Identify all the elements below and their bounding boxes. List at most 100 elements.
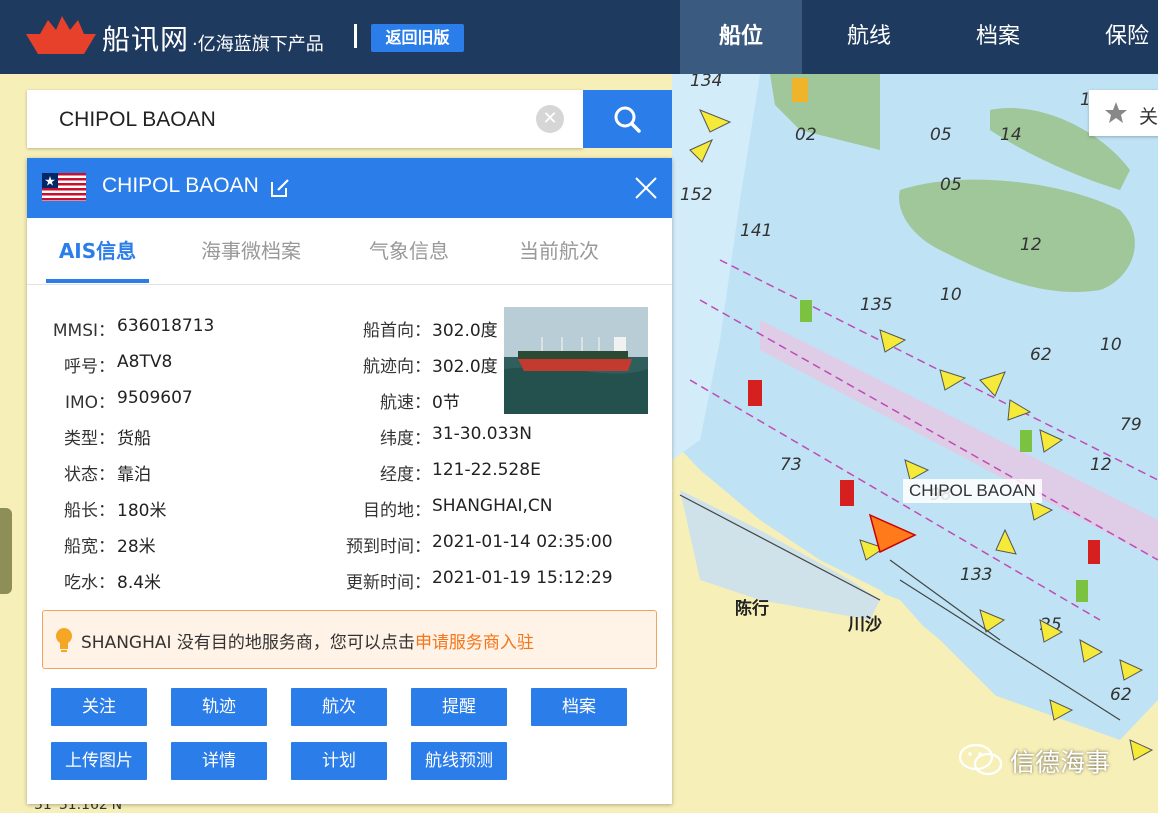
value-imo: 9509607 <box>117 388 193 408</box>
svg-text:05: 05 <box>930 125 952 145</box>
svg-text:79: 79 <box>1120 415 1142 435</box>
value-callsign: A8TV8 <box>117 352 173 372</box>
tab-current-voyage[interactable]: 当前航次 <box>507 218 611 284</box>
ship-name-title: CHIPOL BAOAN <box>102 174 259 197</box>
value-destination: SHANGHAI,CN <box>432 496 553 516</box>
upload-photo-button[interactable]: 上传图片 <box>51 742 147 780</box>
value-type: 货船 <box>117 429 151 449</box>
tab-weather[interactable]: 气象信息 <box>357 218 461 284</box>
label-callsign: 呼号： <box>64 357 115 377</box>
value-mmsi: 636018713 <box>117 316 215 336</box>
tab-maritime-archive[interactable]: 海事微档案 <box>190 218 312 284</box>
svg-text:10: 10 <box>940 285 962 305</box>
zoom-slider[interactable] <box>0 508 12 594</box>
label-updated: 更新时间： <box>346 573 431 593</box>
place-label-chenhang: 陈行 <box>735 599 769 619</box>
label-draft: 吃水： <box>64 573 115 593</box>
svg-text:141: 141 <box>740 221 772 241</box>
svg-text:62: 62 <box>1110 685 1132 705</box>
value-course: 302.0度 <box>432 357 498 377</box>
lightbulb-icon <box>56 628 72 652</box>
search-button[interactable] <box>583 90 672 148</box>
clear-search-icon[interactable]: ✕ <box>536 105 564 133</box>
tab-divider <box>27 284 672 285</box>
details-button[interactable]: 详情 <box>171 742 267 780</box>
value-draft: 8.4米 <box>117 573 162 593</box>
track-button[interactable]: 轨迹 <box>171 688 267 726</box>
nav-insurance[interactable]: 保险 <box>1066 0 1158 74</box>
svg-text:134: 134 <box>690 71 722 91</box>
map-ship-label[interactable]: CHIPOL BAOAN <box>903 479 1042 503</box>
wechat-logo-icon <box>958 743 1003 776</box>
notice-text: SHANGHAI 没有目的地服务商，您可以点击申请服务商入驻 <box>81 628 534 653</box>
tab-ais-info[interactable]: AIS信息 <box>46 218 149 284</box>
label-type: 类型： <box>64 429 115 449</box>
brand-divider <box>354 24 357 48</box>
svg-text:152: 152 <box>680 185 712 205</box>
ship-info-panel: CHIPOL BAOAN AIS信息 海事微档案 气象信息 当前航次 MMSI：… <box>27 158 672 804</box>
brand-name[interactable]: 船讯网 <box>102 18 189 58</box>
label-mmsi: MMSI： <box>52 321 115 341</box>
watermark-text: 信德海事 <box>1010 748 1111 777</box>
apply-service-provider-link[interactable]: 申请服务商入驻 <box>415 633 534 653</box>
svg-text:133: 133 <box>960 565 992 585</box>
label-speed: 航速： <box>380 393 431 413</box>
plan-button[interactable]: 计划 <box>291 742 387 780</box>
svg-text:73: 73 <box>780 455 802 475</box>
label-heading: 船首向： <box>363 321 431 341</box>
ship-photo[interactable] <box>504 307 648 414</box>
svg-text:10: 10 <box>1100 335 1122 355</box>
svg-text:02: 02 <box>795 125 817 145</box>
value-length: 180米 <box>117 501 167 521</box>
value-latitude: 31-30.033N <box>432 424 532 444</box>
label-length: 船长： <box>64 501 115 521</box>
search-input[interactable] <box>57 103 541 137</box>
star-icon <box>1105 102 1127 123</box>
route-forecast-button[interactable]: 航线预测 <box>411 742 507 780</box>
label-beam: 船宽： <box>64 537 115 557</box>
top-header: 船讯网 ·亿海蓝旗下产品 返回旧版 船位 航线 档案 保险 <box>0 0 1158 74</box>
nav-ship-position[interactable]: 船位 <box>680 0 802 74</box>
label-status: 状态： <box>64 465 115 485</box>
favorite-label: 关 <box>1139 106 1158 128</box>
value-status: 靠泊 <box>117 465 151 485</box>
nav-routes[interactable]: 航线 <box>808 0 930 74</box>
value-speed: 0节 <box>432 393 460 413</box>
label-imo: IMO： <box>64 393 115 413</box>
nav-archive[interactable]: 档案 <box>937 0 1059 74</box>
value-beam: 28米 <box>117 537 156 557</box>
svg-text:05: 05 <box>940 175 962 195</box>
boat-logo-icon[interactable] <box>26 14 96 56</box>
liberia-flag-icon <box>42 173 86 201</box>
close-icon[interactable] <box>633 175 659 201</box>
label-course: 航迹向： <box>363 357 431 377</box>
label-destination: 目的地： <box>363 501 431 521</box>
label-longitude: 经度： <box>380 465 431 485</box>
place-label-chuansha: 川沙 <box>848 615 882 635</box>
svg-text:62: 62 <box>1030 345 1052 365</box>
label-latitude: 纬度： <box>380 429 431 449</box>
favorite-button[interactable]: 关 <box>1089 90 1158 136</box>
svg-text:135: 135 <box>860 295 892 315</box>
value-updated: 2021-01-19 15:12:29 <box>432 568 613 588</box>
notice-main: SHANGHAI 没有目的地服务商，您可以点击 <box>81 633 415 653</box>
search-bar: ✕ <box>27 90 583 148</box>
reminder-button[interactable]: 提醒 <box>411 688 507 726</box>
svg-text:12: 12 <box>1020 235 1042 255</box>
value-longitude: 121-22.528E <box>432 460 541 480</box>
label-eta: 预到时间： <box>346 537 431 557</box>
edit-icon[interactable] <box>269 177 291 199</box>
follow-button[interactable]: 关注 <box>51 688 147 726</box>
old-version-button[interactable]: 返回旧版 <box>371 24 464 52</box>
search-icon <box>614 106 641 133</box>
archive-button[interactable]: 档案 <box>531 688 627 726</box>
voyage-button[interactable]: 航次 <box>291 688 387 726</box>
value-heading: 302.0度 <box>432 321 498 341</box>
brand-subtitle: ·亿海蓝旗下产品 <box>192 34 324 55</box>
destination-notice: SHANGHAI 没有目的地服务商，您可以点击申请服务商入驻 <box>42 610 657 669</box>
active-tab-indicator <box>46 279 149 283</box>
panel-header: CHIPOL BAOAN <box>27 158 672 218</box>
value-eta: 2021-01-14 02:35:00 <box>432 532 613 552</box>
svg-text:12: 12 <box>1090 455 1112 475</box>
svg-text:14: 14 <box>1000 125 1022 145</box>
